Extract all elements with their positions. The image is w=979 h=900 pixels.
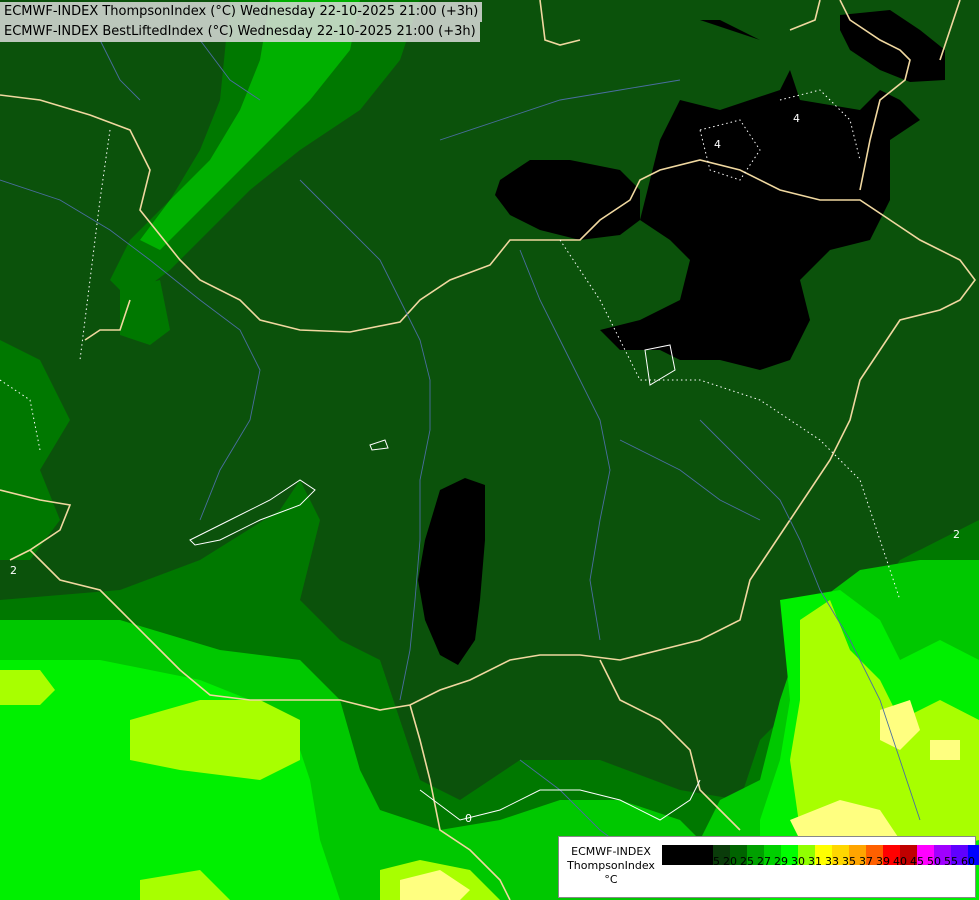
color-legend: ECMWF-INDEX ThompsonIndex °C 5 10 15 20 25 27… xyxy=(558,836,979,898)
legend-unit-label: °C xyxy=(604,873,618,886)
weather-map: 4 4 2 2 0 xyxy=(0,0,979,900)
contour-label: 2 xyxy=(10,564,17,577)
contour-label: 4 xyxy=(793,112,800,125)
legend-tick-label: 60 xyxy=(961,855,975,868)
contour-label: 0 xyxy=(465,812,472,825)
contour-label: 4 xyxy=(714,138,721,151)
map-title-best-lifted-index: ECMWF-INDEX BestLiftedIndex (°C) Wednesd… xyxy=(0,22,480,42)
legend-caption: ECMWF-INDEX ThompsonIndex °C xyxy=(563,845,659,887)
legend-parameter-label: ThompsonIndex xyxy=(567,859,655,872)
legend-model-label: ECMWF-INDEX xyxy=(571,845,651,858)
contour-label: 2 xyxy=(953,528,960,541)
zone-yellow-3 xyxy=(930,740,960,760)
map-title-thompson-index: ECMWF-INDEX ThompsonIndex (°C) Wednesday… xyxy=(0,2,483,22)
